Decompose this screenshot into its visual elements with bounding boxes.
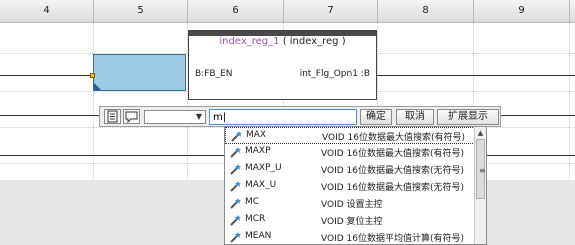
column-header[interactable]: 6 xyxy=(188,0,284,22)
function-wand-icon xyxy=(229,231,242,243)
list-item[interactable]: MAXP VOID 16位数据最大值搜索(有符号) xyxy=(225,144,475,161)
list-item[interactable]: MCR VOID 复位主控 xyxy=(225,212,475,229)
connection-point-icon xyxy=(90,73,95,78)
ladder-wire xyxy=(0,115,99,116)
instruction-description: VOID 复位主控 xyxy=(321,217,383,227)
corner-marker-icon xyxy=(94,83,101,90)
instruction-name: MC xyxy=(245,197,260,207)
column-header[interactable]: 4 xyxy=(0,0,94,22)
instruction-name: MCR xyxy=(245,214,266,224)
instruction-description: VOID 16位数据最大值搜索(有符号) xyxy=(321,149,465,159)
confirm-button[interactable]: 确定 xyxy=(360,109,392,125)
column-header[interactable]: 8 xyxy=(378,0,474,22)
chevron-down-icon[interactable]: ▼ xyxy=(196,112,202,121)
ladder-wire xyxy=(377,75,575,76)
template-icon[interactable] xyxy=(104,109,121,124)
function-block[interactable]: index_reg_1 ( index_reg ) B:FB_EN int_Fl… xyxy=(188,30,377,100)
function-block-title: index_reg_1 ( index_reg ) xyxy=(189,36,376,47)
instruction-name: MEAN xyxy=(245,231,272,241)
autocomplete-list[interactable]: MAX VOID 16位数据最大值搜索(有符号) MAXP VOID 16位数据… xyxy=(224,126,487,245)
instruction-type-select[interactable]: ▼ xyxy=(144,110,206,124)
column-header[interactable]: 7 xyxy=(284,0,378,22)
scrollbar-thumb[interactable]: ≡ xyxy=(476,139,486,199)
scroll-up-icon[interactable]: ▲ xyxy=(476,128,485,138)
ladder-wire xyxy=(0,75,93,76)
instruction-description: VOID 16位数据平均值计算(有符号) xyxy=(321,234,465,244)
instruction-input[interactable] xyxy=(209,109,357,125)
list-item[interactable]: MC VOID 设置主控 xyxy=(225,195,475,212)
list-item[interactable]: MAXP_U VOID 16位数据最大值搜索(无符号) xyxy=(225,161,475,178)
comment-icon[interactable] xyxy=(123,109,140,124)
function-wand-icon xyxy=(229,180,242,192)
selected-cell[interactable] xyxy=(93,54,186,91)
list-item[interactable]: MAX_U VOID 16位数据最大值搜索(无符号) xyxy=(225,178,475,195)
ladder-wire xyxy=(501,115,575,116)
input-label: B:FB_EN xyxy=(195,69,233,79)
instruction-name: MAX_U xyxy=(245,180,277,190)
list-item[interactable]: MEAN VOID 16位数据平均值计算(有符号) xyxy=(225,229,475,244)
function-wand-icon xyxy=(229,197,242,209)
list-item[interactable]: MAX VOID 16位数据最大值搜索(有符号) xyxy=(225,127,475,144)
column-header[interactable]: 9 xyxy=(474,0,570,22)
ladder-wire xyxy=(0,155,224,156)
grip-icon: ≡ xyxy=(479,166,486,175)
instruction-name: MAX xyxy=(246,130,267,140)
instruction-description: VOID 16位数据最大值搜索(有符号) xyxy=(322,133,466,143)
cancel-button[interactable]: 取消 xyxy=(396,109,434,125)
function-wand-icon xyxy=(229,214,242,226)
instruction-name: MAXP_U xyxy=(245,163,282,173)
function-wand-icon xyxy=(229,146,242,158)
instruction-description: VOID 16位数据最大值搜索(无符号) xyxy=(321,183,465,193)
list-scrollbar[interactable]: ▲ ≡ xyxy=(474,127,486,244)
instruction-name: MAXP xyxy=(245,146,271,156)
function-wand-icon xyxy=(229,163,242,175)
expand-display-button[interactable]: 扩展显示 xyxy=(437,109,499,125)
function-wand-icon xyxy=(230,130,243,142)
instance-name: index_reg_1 xyxy=(219,36,280,47)
instruction-description: VOID 设置主控 xyxy=(321,200,383,210)
grid-line xyxy=(569,23,570,180)
input-toolbar: ▼ 确定 取消 扩展显示 xyxy=(99,106,501,127)
instruction-description: VOID 16位数据最大值搜索(无符号) xyxy=(321,166,465,176)
grid-line xyxy=(93,23,94,180)
column-header[interactable]: 5 xyxy=(94,0,188,22)
type-name: ( index_reg ) xyxy=(282,36,346,47)
output-label: int_Flg_Opn1 :B xyxy=(299,69,370,79)
column-header-row: 4 5 6 7 8 9 xyxy=(0,0,575,23)
ladder-wire xyxy=(487,155,575,156)
